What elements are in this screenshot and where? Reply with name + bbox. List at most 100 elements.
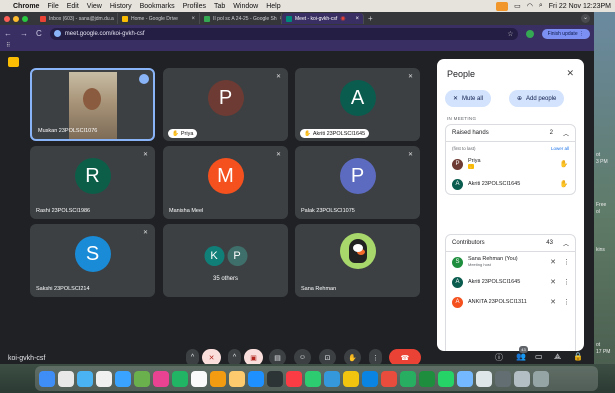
launchpad-icon[interactable] <box>58 370 74 387</box>
chrome-icon[interactable] <box>96 370 112 387</box>
tab-drive[interactable]: Home - Google Drive × <box>118 13 200 24</box>
mic-off-icon[interactable]: ✕ <box>548 298 558 306</box>
more-options-icon[interactable]: ⋮ <box>563 258 570 266</box>
chevron-up-icon[interactable]: ︿ <box>563 239 569 248</box>
participant-tile-manisha[interactable]: ✕ M Manisha Meel <box>163 146 288 219</box>
clock[interactable]: Fri 22 Nov 12:23PM <box>549 3 611 10</box>
more-options-icon[interactable]: ⋮ <box>563 298 570 306</box>
menu-item-tab[interactable]: Tab <box>214 3 225 10</box>
more-options-icon[interactable]: ⋮ <box>563 278 570 286</box>
tab-meet[interactable]: Meet - koi-gvkh-csf ◉ × <box>282 13 364 24</box>
minimized-window-icon[interactable] <box>495 370 511 387</box>
safari-icon[interactable] <box>77 370 93 387</box>
order-label: (first to last) <box>452 145 476 151</box>
preview-icon[interactable] <box>457 370 473 387</box>
add-people-button[interactable]: ⊕ Add people <box>509 90 565 107</box>
maximize-window-icon[interactable] <box>22 15 28 22</box>
facetime-icon[interactable] <box>172 370 188 387</box>
tab-sheets[interactable]: II pol sc A 24-25 - Google Sh × <box>200 13 282 24</box>
maps-icon[interactable] <box>134 370 150 387</box>
menu-app-name[interactable]: Chrome <box>13 3 39 10</box>
finder-icon[interactable] <box>39 370 55 387</box>
reload-icon[interactable]: C <box>36 29 42 38</box>
keynote-icon[interactable] <box>324 370 340 387</box>
whatsapp-icon[interactable] <box>438 370 454 387</box>
app-store-icon[interactable] <box>362 370 378 387</box>
bookmark-star-icon[interactable]: ☆ <box>507 30 513 38</box>
address-bar[interactable]: meet.google.com/koi-gvkh-csf ☆ <box>49 27 518 40</box>
settings-icon[interactable] <box>381 370 397 387</box>
mic-off-icon[interactable]: ✕ <box>548 258 558 266</box>
participant-tile-priya[interactable]: ✕ P ✋ Priya <box>163 68 288 141</box>
mic-off-icon[interactable]: ✕ <box>548 278 558 286</box>
raised-hands-header[interactable]: Raised hands 2 ︿ <box>446 125 575 142</box>
photos-icon[interactable] <box>153 370 169 387</box>
excel-icon[interactable] <box>400 370 416 387</box>
reminders-icon[interactable] <box>248 370 264 387</box>
menu-item-file[interactable]: File <box>47 3 58 10</box>
participant-tile-others[interactable]: K P 35 others <box>163 224 288 297</box>
contacts-icon[interactable] <box>210 370 226 387</box>
search-icon[interactable]: ⌕ <box>539 2 543 10</box>
mail-icon[interactable] <box>115 370 131 387</box>
site-info-icon[interactable] <box>53 30 61 37</box>
close-tab-icon[interactable]: × <box>191 16 195 22</box>
participant-tile-muskan[interactable]: Muskan 23POLSCI1076 <box>30 68 155 141</box>
list-item[interactable]: P Priya ✋ ✋ <box>446 154 575 174</box>
hand-icon[interactable]: ✋ <box>559 160 569 168</box>
minimized-window-icon[interactable] <box>514 370 530 387</box>
numbers-icon[interactable] <box>305 370 321 387</box>
participant-tile-sana[interactable]: Sana Rehman <box>295 224 420 297</box>
chat-icon[interactable]: ▭ <box>535 352 543 361</box>
close-window-icon[interactable] <box>4 15 10 22</box>
minimize-window-icon[interactable] <box>13 15 19 22</box>
lower-all-button[interactable]: Lower all <box>551 146 569 151</box>
participant-tile-palak[interactable]: ✕ P Palak 23POLSCI1075 <box>295 146 420 219</box>
tv-icon[interactable] <box>267 370 283 387</box>
calendar-icon[interactable] <box>191 370 207 387</box>
chevron-up-icon[interactable]: ︿ <box>563 129 569 138</box>
people-icon[interactable]: 👥 <box>516 352 526 361</box>
menu-item-edit[interactable]: Edit <box>67 3 79 10</box>
music-icon[interactable] <box>286 370 302 387</box>
activities-icon[interactable]: ⟁ <box>554 352 561 362</box>
notes-icon[interactable] <box>229 370 245 387</box>
finder-window-icon[interactable] <box>476 370 492 387</box>
wifi-icon[interactable]: ◠ <box>527 2 533 10</box>
menu-item-view[interactable]: View <box>87 3 102 10</box>
tab-search-icon[interactable]: ⌄ <box>581 14 590 23</box>
sheets-app-icon[interactable] <box>419 370 435 387</box>
gmail-icon <box>40 15 46 22</box>
participant-tile-rashi[interactable]: ✕ R Rashi 23POLSCI1986 <box>30 146 155 219</box>
close-tab-icon[interactable]: × <box>355 16 359 22</box>
forward-icon[interactable]: → <box>20 29 28 38</box>
battery-icon[interactable]: ▭ <box>514 2 521 10</box>
trash-icon[interactable] <box>533 370 549 387</box>
close-panel-icon[interactable]: ✕ <box>566 68 574 79</box>
list-item[interactable]: A ANKITA 23POLSCI1311 ✕ ⋮ <box>446 292 575 312</box>
tab-gmail[interactable]: Inbox (603) - sana@jdm.du.a × <box>36 13 118 24</box>
screen-share-icon[interactable] <box>496 1 509 11</box>
list-item[interactable]: S Sana Rehman (You) Meeting host ✕ ⋮ <box>446 252 575 272</box>
list-item[interactable]: A Akriti 23POLSCI1645 ✋ <box>446 174 575 194</box>
pages-icon[interactable] <box>343 370 359 387</box>
apps-grid-icon[interactable]: ⠿ <box>6 43 10 49</box>
menu-item-bookmarks[interactable]: Bookmarks <box>140 3 175 10</box>
menu-item-history[interactable]: History <box>110 3 132 10</box>
hand-icon[interactable]: ✋ <box>559 180 569 188</box>
contributors-header[interactable]: Contributors 43 ︿ <box>446 235 575 252</box>
host-controls-icon[interactable]: 🔒 <box>573 352 583 361</box>
mute-all-button[interactable]: ✕ Mute all <box>445 90 492 107</box>
finish-update-button[interactable]: Finish update ⋮ <box>541 28 590 39</box>
menu-item-help[interactable]: Help <box>266 3 280 10</box>
meeting-info-icon[interactable]: ⓘ <box>495 352 503 363</box>
menu-item-profiles[interactable]: Profiles <box>183 3 206 10</box>
back-icon[interactable]: ← <box>4 29 12 38</box>
participant-tile-akriti[interactable]: ✕ A ✋ Akriti 23POLSCI1645 <box>295 68 420 141</box>
meet-logo-icon[interactable] <box>8 57 19 67</box>
new-tab-icon[interactable]: + <box>368 14 373 23</box>
extension-icon[interactable] <box>525 29 534 38</box>
list-item[interactable]: A Akriti 23POLSCI1645 ✕ ⋮ <box>446 272 575 292</box>
participant-tile-sakshi[interactable]: ✕ S Sakshi 23POLSCI214 <box>30 224 155 297</box>
menu-item-window[interactable]: Window <box>233 3 258 10</box>
